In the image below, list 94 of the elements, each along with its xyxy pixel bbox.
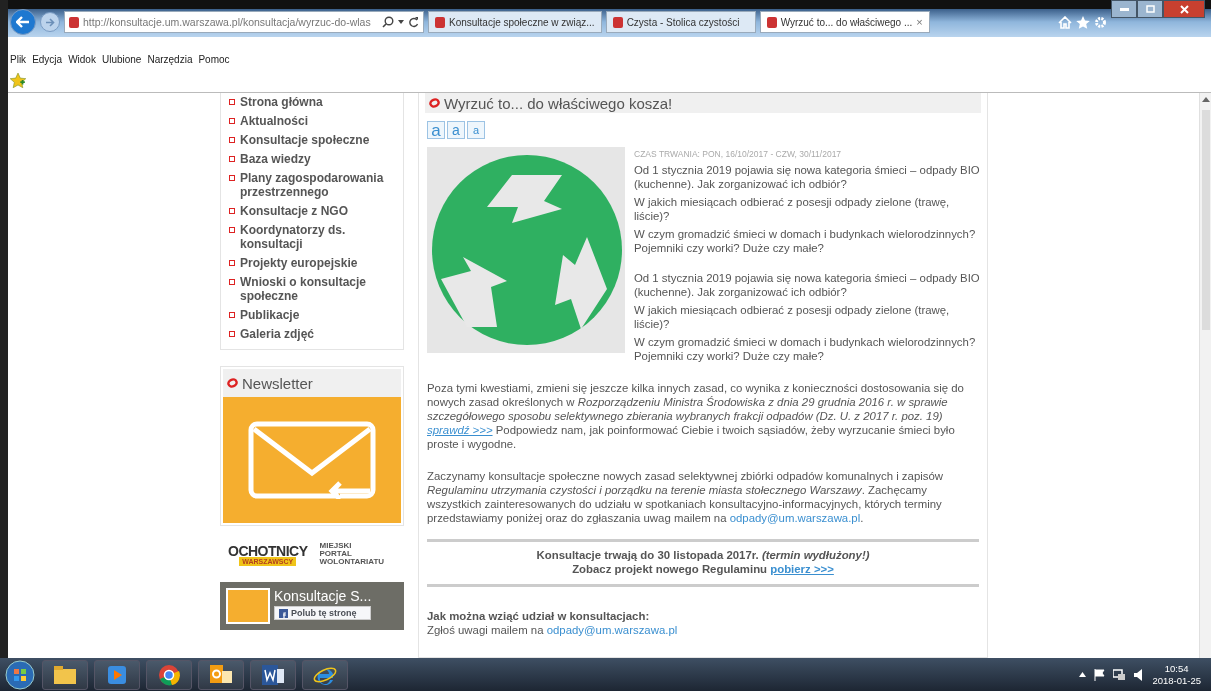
sidebar-item[interactable]: Konsultacje społeczne xyxy=(229,133,395,147)
flag-icon[interactable] xyxy=(1094,668,1106,681)
sidebar-item[interactable]: Aktualności xyxy=(229,114,395,128)
minimize-icon xyxy=(1119,7,1129,11)
network-icon[interactable] xyxy=(1113,668,1127,681)
home-icon[interactable] xyxy=(1058,15,1072,29)
sidebar-item[interactable]: Strona główna xyxy=(229,95,395,109)
text-link[interactable]: sprawdź >>> xyxy=(427,424,493,436)
intro-question: W czym gromadzić śmieci w domach i budynkach wielorodzinnych? Pojemniki czy worki? Duże czy małe? xyxy=(633,227,977,255)
start-button[interactable] xyxy=(4,659,36,690)
notice-text: Zobacz projekt nowego Regulaminu pobierz >>> xyxy=(571,562,835,576)
document-app-icon xyxy=(262,664,284,685)
star-icon[interactable] xyxy=(1076,15,1090,29)
site-icon xyxy=(435,16,445,28)
address-bar[interactable]: http://konsultacje.um.warszawa.pl/konsultacja/wyrzuc-do-wlas xyxy=(64,11,424,33)
back-arrow-icon xyxy=(16,16,30,28)
site-icon xyxy=(612,16,623,28)
volume-icon[interactable] xyxy=(1134,668,1145,681)
logo-wordmark[interactable]: OCHOTNICY xyxy=(228,542,308,559)
logo-tagline: PORTAL xyxy=(319,550,353,558)
maximize-icon xyxy=(1145,5,1155,13)
site-icon xyxy=(69,16,79,28)
intro-question: Od 1 stycznia 2019 pojawia się nowa kategoria śmieci – odpady BIO (kuchenne). Jak zorganizować ich odbiór? xyxy=(633,163,981,191)
caret-icon[interactable] xyxy=(398,20,404,24)
taskbar-app[interactable] xyxy=(198,659,244,690)
menu-item[interactable]: Pomoc xyxy=(198,53,230,65)
clock-time[interactable]: 10:54 xyxy=(1164,662,1189,675)
menu-item[interactable]: Ulubione xyxy=(101,53,142,65)
clock-date[interactable]: 2018-01-25 xyxy=(1152,674,1201,687)
close-icon xyxy=(1179,4,1189,14)
caret-icon[interactable] xyxy=(1079,672,1087,677)
search-icon[interactable] xyxy=(382,16,394,28)
scrollbar[interactable] xyxy=(1199,93,1211,658)
minimize-button[interactable] xyxy=(1111,0,1137,18)
taskbar-app[interactable] xyxy=(42,659,88,690)
refresh-icon[interactable] xyxy=(408,16,419,28)
ring-logo-icon xyxy=(227,378,238,388)
paragraph: Poza tymi kwestiami, zmieni się jeszcze kilka innych zasad, co wynika z konieczności dostosowania się do nowych zasad określonych w Rozporządzeniu Ministra Środowiska z dnia 29 grudnia 2016 r. w sprawie szczegółowego sposobu selektywnego zbierania wybranych frakcji odpadów (Dz. U. z 2017 r. poz. 19) sprawdź >>> Podpowiedz nam, jak poinformować Ciebie i twoich sąsiadów, żeby wyrzucanie śmieci było proste i wygodne. xyxy=(427,381,965,451)
browser-tab[interactable]: Wyrzuć to... do właściwego ... × xyxy=(759,11,930,33)
maximize-button[interactable] xyxy=(1137,0,1163,18)
email-link[interactable]: odpady@um.warszawa.pl xyxy=(546,624,678,636)
address-text: http://konsultacje.um.warszawa.pl/konsultacja/wyrzuc-do-wlas xyxy=(83,16,372,28)
duration-label: CZAS TRWANIA: xyxy=(634,149,700,159)
play-icon xyxy=(108,665,126,684)
sidebar-item[interactable]: Koordynatorzy ds. konsultacji xyxy=(229,223,395,251)
menu-item[interactable]: Widok xyxy=(68,53,96,65)
close-button[interactable] xyxy=(1163,0,1205,18)
menu-item[interactable]: Plik xyxy=(10,53,27,65)
browser-logo-icon xyxy=(158,663,180,686)
intro-question: W czym gromadzić śmieci w domach i budynkach wielorodzinnych? Pojemniki czy worki? Duże czy małe? xyxy=(633,335,977,363)
page-avatar xyxy=(226,588,270,624)
panel-title: Newsletter xyxy=(242,374,313,392)
menu-item[interactable]: Edycja xyxy=(32,53,63,65)
folder-icon xyxy=(54,665,76,684)
sidebar-item[interactable]: Wnioski o konsultacje społeczne xyxy=(229,275,395,303)
site-icon xyxy=(766,16,777,28)
intro-question: W jakich miesiącach odbierać z posesji odpady zielone (trawę, liście)? xyxy=(633,303,951,331)
sidebar-item[interactable]: Publikacje xyxy=(229,308,395,322)
forward-arrow-icon xyxy=(45,17,55,27)
article-title: Wyrzuć to... do właściwego kosza! xyxy=(444,94,673,112)
page-name: Konsultacje S... xyxy=(274,588,372,604)
facebook-icon xyxy=(279,608,288,618)
sidebar-item[interactable]: Projekty europejskie xyxy=(229,256,395,270)
taskbar-app[interactable] xyxy=(146,659,192,690)
download-link[interactable]: pobierz >>> xyxy=(770,563,834,575)
like-button[interactable]: Polub tę stronę xyxy=(274,606,372,620)
menu-item[interactable]: Narzędzia xyxy=(147,53,193,65)
forward-button[interactable] xyxy=(40,12,60,32)
scroll-up-icon[interactable] xyxy=(1201,97,1210,102)
sidebar-item[interactable]: Konsultacje z NGO xyxy=(229,204,395,218)
browser-tab[interactable]: Konsultacje społeczne w związ... xyxy=(428,11,602,33)
back-button[interactable] xyxy=(10,9,36,35)
envelope-icon xyxy=(248,421,376,499)
sidebar-item[interactable]: Galeria zdjęć xyxy=(229,327,395,341)
intro-question: W jakich miesiącach odbierać z posesji odpady zielone (trawę, liście)? xyxy=(633,195,951,223)
logo-tagline: WOLONTARIATU xyxy=(319,558,385,566)
paragraph: Zaczynamy konsultacje społeczne nowych zasad selektywnej zbiórki odpadów komunalnych i zapisów Regulaminu utrzymania czystości i porządku na terenie miasta stołecznego Warszawy. Zachęcamy wszystkich zainteresowanych do udziału w spotkaniach konsultacyjno-informacyjnych, których terminy przedstawiamy poniżej oraz do zgłaszania uwag mailem na odpady@um.warszawa.pl. xyxy=(427,469,944,525)
taskbar-app[interactable] xyxy=(94,659,140,690)
intro-question: Od 1 stycznia 2019 pojawia się nowa kategoria śmieci – odpady BIO (kuchenne). Jak zorganizować ich odbiór? xyxy=(633,271,981,299)
favorites-star-icon[interactable] xyxy=(10,73,26,88)
settings-icon[interactable] xyxy=(1094,15,1107,29)
close-tab-button[interactable]: × xyxy=(916,16,923,28)
browser-tab[interactable]: Czysta - Stolica czystości xyxy=(605,11,756,33)
taskbar-app[interactable] xyxy=(250,659,296,690)
logo-tagline: MIEJSKI xyxy=(319,542,353,550)
paragraph: Zgłoś uwagi mailem na odpady@um.warszawa.pl xyxy=(427,623,679,637)
mail-app-icon xyxy=(210,664,232,685)
section-heading: Jak można wziąć udział w konsultacjach: xyxy=(427,609,651,623)
duration-dates: PON, 16/10/2017 - CZW, 30/11/2017 xyxy=(702,149,842,159)
ring-logo-icon xyxy=(429,98,440,108)
sidebar-item[interactable]: Baza wiedzy xyxy=(229,152,395,166)
sidebar-item[interactable]: Plany zagospodarowania przestrzennego xyxy=(229,171,395,199)
taskbar-app[interactable] xyxy=(302,659,348,690)
notice-text: Konsultacje trwają do 30 listopada 2017r. (termin wydłużony!) xyxy=(535,548,871,562)
